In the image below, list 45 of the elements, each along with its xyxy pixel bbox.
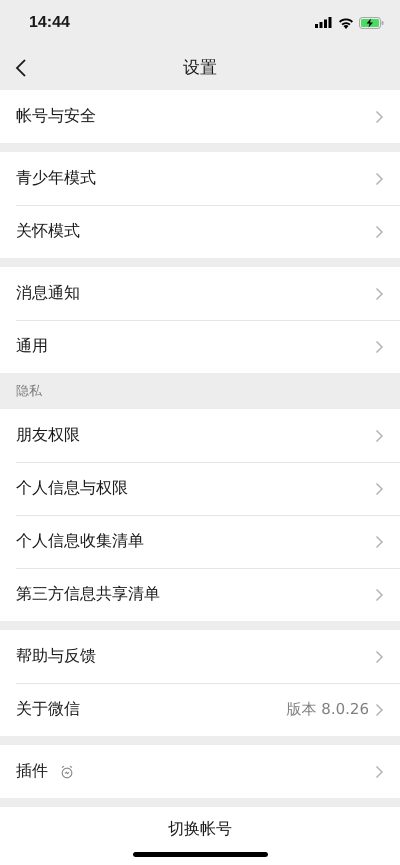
alarm-clock-icon [60, 764, 74, 778]
settings-row[interactable]: 个人信息与权限 [0, 462, 400, 515]
settings-row[interactable]: 插件 [0, 745, 400, 798]
row-label: 消息通知 [16, 283, 80, 304]
chevron-icon [375, 428, 384, 442]
settings-row[interactable]: 帐号与安全 [0, 90, 400, 143]
chevron-icon [375, 702, 384, 716]
settings-row[interactable]: 消息通知 [0, 267, 400, 320]
row-label: 青少年模式 [16, 168, 96, 189]
settings-row[interactable]: 通用 [0, 320, 400, 373]
row-label: 第三方信息共享清单 [16, 584, 160, 605]
row-value: 版本 8.0.26 [286, 700, 369, 719]
chevron-icon [375, 764, 384, 778]
settings-row[interactable]: 关怀模式 [0, 205, 400, 258]
chevron-icon [375, 482, 384, 496]
status-time: 14:44 [29, 14, 70, 32]
row-label: 插件 [16, 761, 48, 782]
settings-row[interactable]: 关于微信 版本 8.0.26 [0, 683, 400, 736]
chevron-icon [375, 588, 384, 602]
row-label: 个人信息收集清单 [16, 531, 144, 552]
battery-charging-icon [359, 16, 384, 28]
wifi-icon [338, 16, 354, 28]
section-header: 隐私 [15, 383, 43, 401]
row-label: 帮助与反馈 [16, 646, 96, 667]
chevron-icon [375, 650, 384, 664]
row-label: 关于微信 [16, 699, 80, 720]
row-label: 帐号与安全 [16, 106, 96, 127]
switch-account-button[interactable]: 切换帐号 [168, 819, 232, 840]
page-title: 设置 [183, 57, 217, 79]
settings-row[interactable]: 青少年模式 [0, 152, 400, 205]
chevron-icon [375, 172, 384, 186]
chevron-icon [375, 534, 384, 548]
settings-row[interactable]: 帮助与反馈 [0, 630, 400, 683]
settings-row[interactable]: 朋友权限 [0, 409, 400, 462]
chevron-icon [375, 286, 384, 300]
chevron-icon [375, 224, 384, 238]
settings-row[interactable]: 个人信息收集清单 [0, 515, 400, 568]
signal-icon [315, 17, 333, 28]
row-label: 个人信息与权限 [16, 478, 128, 499]
row-label: 朋友权限 [16, 425, 80, 446]
chevron-icon [375, 340, 384, 354]
chevron-icon [375, 110, 384, 124]
row-label: 关怀模式 [16, 221, 80, 242]
settings-row[interactable]: 第三方信息共享清单 [0, 568, 400, 621]
row-label: 通用 [16, 336, 48, 357]
